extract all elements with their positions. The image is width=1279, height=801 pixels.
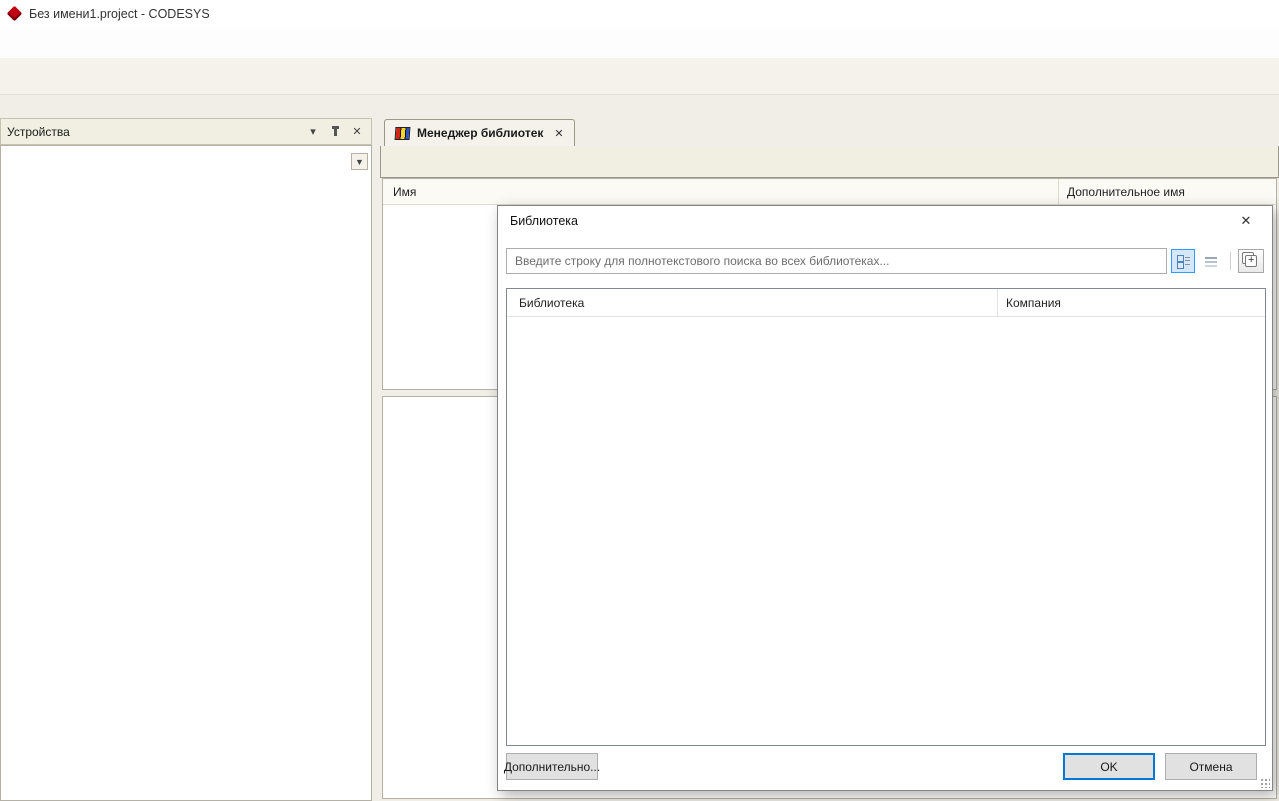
window-title: Без имени1.project - CODESYS (29, 7, 210, 21)
column-library[interactable]: Библиотека (507, 296, 997, 310)
column-name[interactable]: Имя (383, 185, 1058, 199)
dialog-tree-header: Библиотека Компания (507, 289, 1265, 317)
dialog-search-row (506, 246, 1264, 276)
library-manager-toolbar (380, 146, 1279, 178)
tab-library-manager[interactable]: Менеджер библиотек ✕ (384, 119, 575, 146)
category-view-button[interactable] (1171, 249, 1195, 273)
dialog-close-icon[interactable]: ✕ (1232, 210, 1260, 232)
dialog-title-bar: Библиотека ✕ (498, 206, 1272, 236)
title-bar: Без имени1.project - CODESYS (0, 0, 1279, 28)
add-library-dialog: Библиотека ✕ Библиотека Компания Дополни… (497, 205, 1273, 791)
codesys-logo-icon (8, 7, 22, 21)
chevron-down-icon[interactable]: ▾ (305, 124, 321, 140)
dialog-title: Библиотека (510, 214, 578, 228)
tab-close-icon[interactable]: ✕ (554, 127, 563, 140)
devices-panel: Устройства ▾ ✕ ▼ (0, 118, 372, 801)
flat-view-button[interactable] (1199, 249, 1223, 273)
resize-grip[interactable] (1260, 778, 1270, 788)
tree-filter-dropdown[interactable]: ▼ (351, 153, 368, 170)
library-books-icon (395, 127, 411, 140)
category-view-icon (1177, 255, 1190, 268)
divider (1230, 252, 1231, 270)
tab-label: Менеджер библиотек (417, 126, 543, 140)
devices-panel-title: Устройства (7, 125, 299, 139)
devices-panel-header: Устройства ▾ ✕ (0, 118, 372, 145)
devices-tree: ▼ (0, 145, 372, 801)
tab-bar: Менеджер библиотек ✕ (380, 118, 1279, 146)
advanced-button[interactable]: Дополнительно... (506, 753, 598, 780)
cancel-button[interactable]: Отмена (1165, 753, 1257, 780)
menu-bar (0, 28, 1279, 58)
add-library-file-button[interactable] (1238, 249, 1264, 273)
add-file-icon (1245, 255, 1257, 267)
library-list-header: Имя Дополнительное имя (383, 179, 1276, 205)
main-toolbar (0, 58, 1279, 95)
close-icon[interactable]: ✕ (349, 124, 365, 140)
ok-button[interactable]: OK (1063, 753, 1155, 780)
column-company[interactable]: Компания (997, 289, 1265, 316)
column-extra-name[interactable]: Дополнительное имя (1058, 179, 1276, 204)
flat-view-icon (1205, 256, 1218, 267)
pin-icon[interactable] (327, 124, 343, 140)
window-background-strip (0, 95, 1279, 118)
dialog-library-tree-panel: Библиотека Компания (506, 288, 1266, 746)
search-input[interactable] (506, 248, 1167, 274)
